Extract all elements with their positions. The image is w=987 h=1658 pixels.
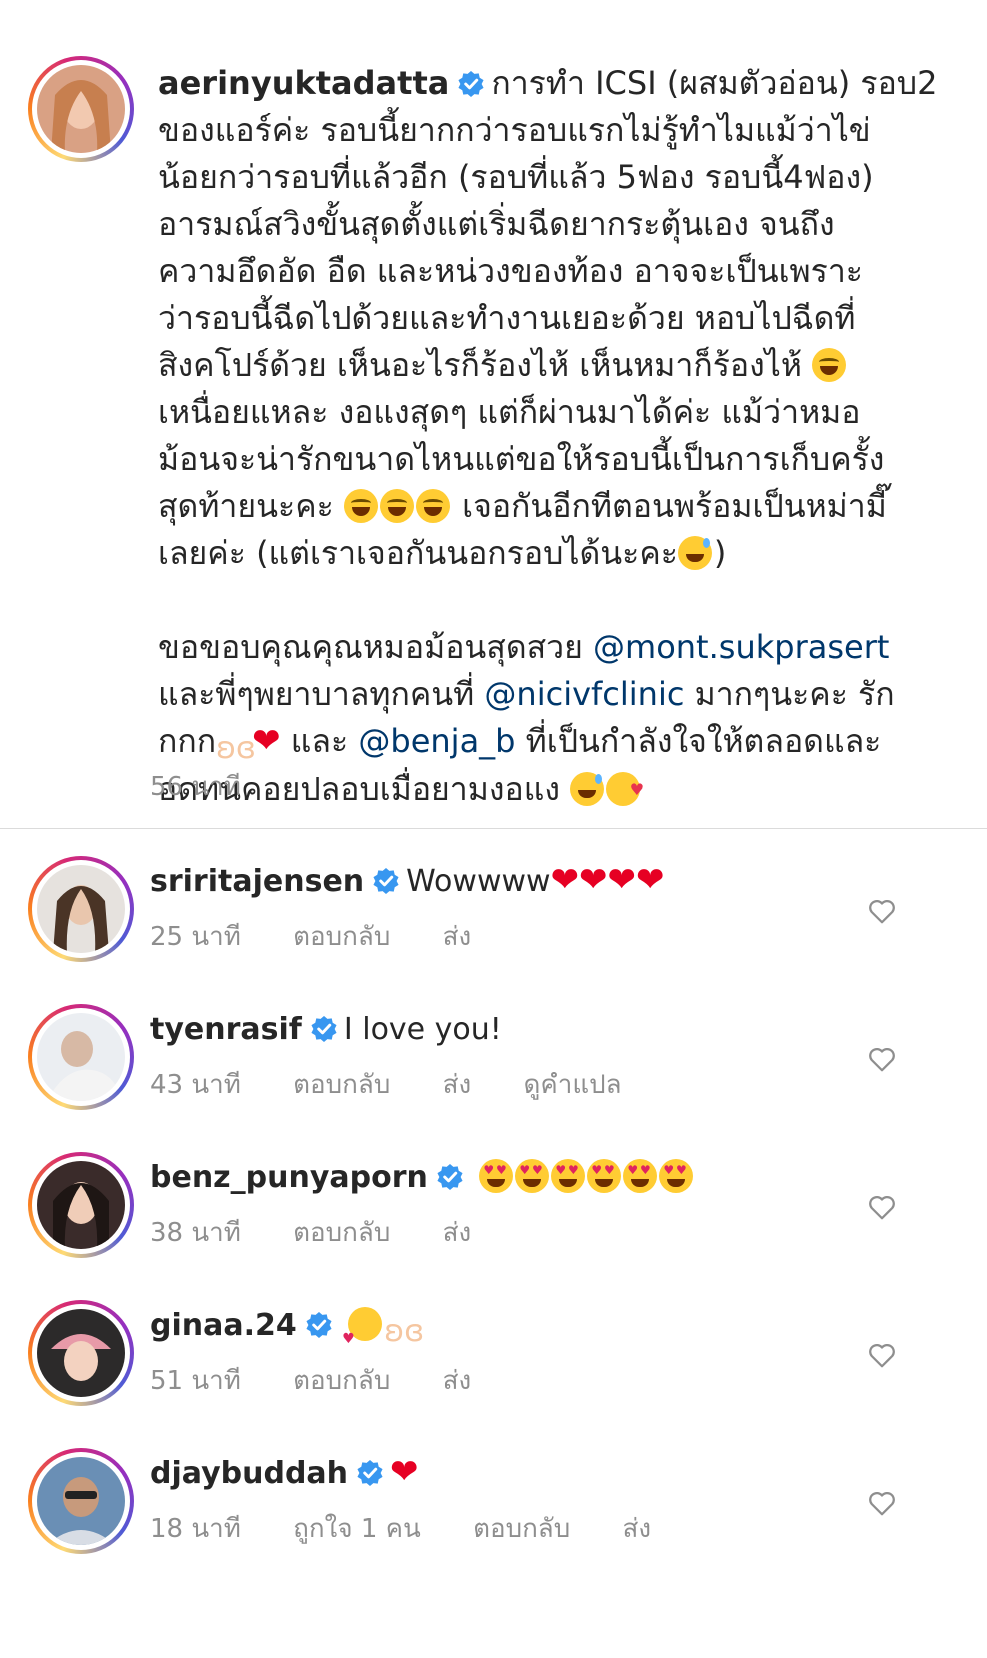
send-button[interactable]: ส่ง <box>443 1366 472 1396</box>
caption-line: ว่ารอบนี้ฉีดไปด้วยและทำงานเยอะด้วย หอบไป… <box>158 299 856 337</box>
laughing-emoji-icon <box>343 489 378 523</box>
laughing-emoji-icon <box>415 489 450 523</box>
translate-button[interactable]: ดูคำแปล <box>523 1070 621 1100</box>
laughing-emoji-icon <box>812 348 847 382</box>
caption-line: และ <box>290 722 349 760</box>
comment-text: I love you! <box>343 1012 502 1047</box>
heart-hands-emoji-icon: ʚɞ <box>384 1314 425 1349</box>
heart-eyes-emoji-icon <box>659 1159 694 1193</box>
sweat-smile-emoji-icon <box>677 536 712 570</box>
comment-item: sriritajensen Wowwww❤❤❤❤ 25 นาที ตอบกลับ … <box>0 856 987 986</box>
mention-link[interactable]: @benja_b <box>358 722 515 760</box>
caption-line: ของแอร์ค่ะ รอบนี้ยากกว่ารอบแรกไม่รู้ทำไม… <box>158 111 871 149</box>
comment-item: djaybuddah ❤ 18 นาที ถูกใจ 1 คน ตอบกลับ ส… <box>0 1448 987 1578</box>
comment-username[interactable]: benz_punyaporn <box>150 1160 428 1195</box>
caption-line: ม้อนจะน่ารักขนาดไหนแต่ขอให้รอบนี้เป็นการ… <box>158 440 885 478</box>
divider <box>0 828 987 829</box>
mention-link[interactable]: @mont.sukprasert <box>593 628 889 666</box>
reply-button[interactable]: ตอบกลับ <box>473 1514 570 1544</box>
avatar[interactable] <box>28 1448 134 1554</box>
send-button[interactable]: ส่ง <box>443 1070 472 1100</box>
heart-outline-icon[interactable] <box>867 1340 897 1370</box>
send-button[interactable]: ส่ง <box>443 1218 472 1248</box>
caption-line: ขอขอบคุณคุณหมอม้อนสุดสวย <box>158 628 583 666</box>
sweat-smile-emoji-icon <box>570 772 605 806</box>
heart-outline-icon[interactable] <box>867 1044 897 1074</box>
caption-line: เหนื่อยแหละ งอแงสุดๆ แต่ก็ผ่านมาได้ค่ะ แ… <box>158 393 861 431</box>
verified-icon <box>309 1015 338 1043</box>
caption-line: การทำ ICSI (ผสมตัวอ่อน) รอบ2 <box>491 64 938 102</box>
heart-eyes-emoji-icon <box>515 1159 550 1193</box>
comment-item: benz_punyaporn 38 นาที ตอบกลับ ส่ง <box>0 1152 987 1282</box>
avatar-image <box>37 1457 125 1545</box>
avatar-image <box>37 1309 125 1397</box>
comment-username[interactable]: ginaa.24 <box>150 1308 297 1343</box>
caption-line: ความอึดอัด อืด และหน่วงของท้อง อาจจะเป็น… <box>158 252 863 290</box>
verified-icon <box>435 1163 464 1191</box>
comment-username[interactable]: sriritajensen <box>150 864 364 899</box>
red-heart-icon: ❤ <box>390 1452 419 1492</box>
send-button[interactable]: ส่ง <box>623 1514 652 1544</box>
comment-username[interactable]: djaybuddah <box>150 1456 348 1491</box>
caption-line: สุดท้ายนะคะ <box>158 487 334 525</box>
heart-eyes-emoji-icon <box>587 1159 622 1193</box>
caption-line: น้อยกว่ารอบที่แล้วอีก (รอบที่แล้ว 5ฟอง ร… <box>158 158 874 196</box>
caption-username[interactable]: aerinyuktadatta <box>158 64 449 102</box>
avatar[interactable] <box>28 1300 134 1406</box>
caption-text: aerinyuktadatta การทำ ICSI (ผสมตัวอ่อน) ร… <box>158 60 938 813</box>
avatar[interactable] <box>28 56 134 162</box>
mention-link[interactable]: @nicivfclinic <box>484 675 684 713</box>
reply-button[interactable]: ตอบกลับ <box>293 1070 390 1100</box>
verified-icon <box>356 1459 385 1487</box>
red-heart-icon: ❤ <box>252 721 281 761</box>
heart-eyes-emoji-icon <box>551 1159 586 1193</box>
comment-item: ginaa.24 ʚɞ 51 นาที ตอบกลับ ส่ง <box>0 1300 987 1430</box>
comment-item: tyenrasif I love you! 43 นาที ตอบกลับ ส่ง… <box>0 1004 987 1134</box>
heart-hands-emoji-icon: ʚɞ <box>216 731 256 766</box>
caption-line: เจอกันอีกทีตอนพร้อมเป็นหม่ามี๊ <box>462 487 887 525</box>
comment-time: 43 นาที <box>150 1070 241 1100</box>
caption-line: มากๆนะคะ รัก <box>694 675 895 713</box>
comment-text: Wowwww <box>406 864 551 899</box>
verified-icon <box>304 1311 333 1339</box>
verified-icon <box>457 70 486 98</box>
verified-icon <box>372 867 401 895</box>
comment-time: 51 นาที <box>150 1366 241 1396</box>
red-heart-icon: ❤❤❤❤ <box>550 860 665 900</box>
avatar-image <box>37 1161 125 1249</box>
avatar-image <box>37 865 125 953</box>
laughing-emoji-icon <box>379 489 414 523</box>
caption-line: และพี่ๆพยาบาลทุกคนที่ <box>158 675 475 713</box>
reply-button[interactable]: ตอบกลับ <box>293 1218 390 1248</box>
comment-time: 38 นาที <box>150 1218 241 1248</box>
caption-line: กกก <box>158 722 217 760</box>
avatar[interactable] <box>28 1004 134 1110</box>
caption-line: เลยค่ะ (แต่เราเจอกันนอกรอบได้นะคะ <box>158 534 678 572</box>
send-button[interactable]: ส่ง <box>443 922 472 952</box>
comment-time: 25 นาที <box>150 922 241 952</box>
caption-timestamp: 56 นาที <box>150 772 241 802</box>
post-caption: aerinyuktadatta การทำ ICSI (ผสมตัวอ่อน) ร… <box>0 0 987 880</box>
heart-eyes-emoji-icon <box>479 1159 514 1193</box>
caption-line: ) <box>713 534 727 572</box>
caption-line: สิงคโปร์ด้วย เห็นอะไรก็ร้องไห้ เห็นหมาก็… <box>158 346 802 384</box>
comment-username[interactable]: tyenrasif <box>150 1012 302 1047</box>
avatar[interactable] <box>28 1152 134 1258</box>
heart-outline-icon[interactable] <box>867 1192 897 1222</box>
reply-button[interactable]: ตอบกลับ <box>293 922 390 952</box>
heart-eyes-emoji-icon <box>623 1159 658 1193</box>
comment-time: 18 นาที <box>150 1514 241 1544</box>
reply-button[interactable]: ตอบกลับ <box>293 1366 390 1396</box>
smiling-face-with-hearts-icon <box>342 1307 383 1359</box>
heart-outline-icon[interactable] <box>867 1488 897 1518</box>
avatar-image <box>37 1013 125 1101</box>
avatar-image <box>37 65 125 153</box>
caption-line: ที่เป็นกำลังใจให้ตลอดและ <box>525 722 882 760</box>
caption-line: อารมณ์สวิงขั้นสุดตั้งแต่เริ่มฉีดยากระตุ้… <box>158 205 835 243</box>
kissing-emoji-icon <box>606 772 644 806</box>
heart-outline-icon[interactable] <box>867 896 897 926</box>
likes-count[interactable]: ถูกใจ 1 คน <box>293 1514 421 1544</box>
avatar[interactable] <box>28 856 134 962</box>
